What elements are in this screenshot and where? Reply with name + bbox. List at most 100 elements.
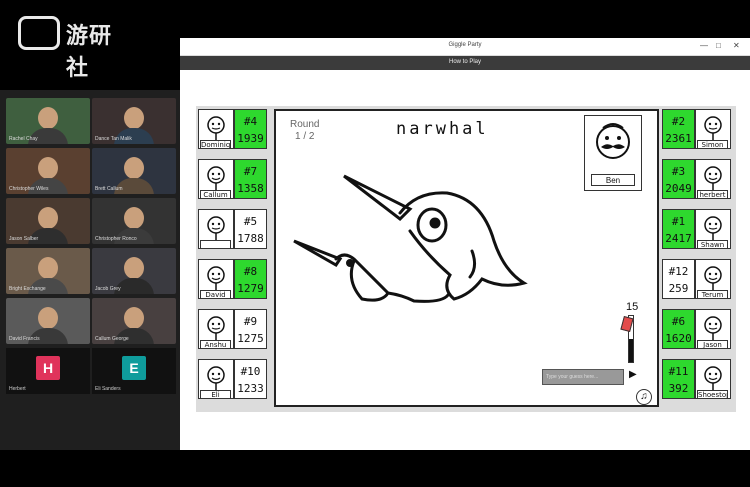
avatar (124, 157, 144, 179)
player-rank: #4 (243, 115, 258, 128)
player-avatar-icon (704, 266, 722, 290)
participant-name: Dance Tan Malik (95, 136, 132, 142)
participant-name: Jason Salber (9, 236, 39, 242)
how-to-play-menu[interactable]: How to Play (180, 59, 750, 65)
player-avatar-icon (704, 316, 722, 340)
timer-fill (629, 339, 633, 362)
player-score-box: #11 392 (662, 359, 695, 399)
participant-tile: Christopher Ronco (92, 198, 176, 244)
player-score: 1275 (237, 332, 264, 345)
game-board: Dominique#41939Callum#71358#51788David#8… (196, 106, 736, 412)
participant-name: Bright Exchange (9, 286, 46, 292)
drawer-card: Ben (584, 115, 642, 191)
player-rank: #12 (668, 265, 689, 278)
player-score-box: #1 2417 (662, 209, 695, 249)
player-card: David #8 1279 (198, 259, 270, 299)
player-name: herbert (697, 190, 728, 199)
player-card: Eli #10 1233 (198, 359, 270, 399)
participant-tile: Bright Exchange (6, 248, 90, 294)
minimize-button[interactable]: — (700, 41, 708, 50)
player-score: 259 (668, 282, 689, 295)
round-indicator: Round 1 / 2 (290, 119, 319, 143)
player-score: 2361 (665, 132, 692, 145)
player-name: Dominique (200, 140, 231, 149)
player-score: 1358 (237, 182, 264, 195)
player-score: 1620 (665, 332, 692, 345)
player-rank: #2 (671, 115, 686, 128)
round-label: Round (290, 119, 320, 130)
player-rank: #7 (243, 165, 258, 178)
participant-tile: Dance Tan Malik (92, 98, 176, 144)
logo-mark-icon (18, 16, 60, 50)
player-score-box: #9 1275 (234, 309, 267, 349)
avatar (38, 207, 58, 229)
player-card: herbert #3 2049 (662, 159, 734, 199)
player-avatar-icon (207, 116, 225, 140)
timer-value: 15 (626, 301, 639, 313)
avatar (124, 257, 144, 279)
player-avatar-icon (207, 166, 225, 190)
player-name: Shoestopper (697, 390, 728, 399)
drawer-avatar-icon (596, 123, 630, 159)
player-avatar-icon (704, 366, 722, 390)
player-name: Callum (200, 190, 231, 199)
participant-name: Jacob Grey (95, 286, 121, 292)
target-word: narwhal (396, 119, 489, 139)
player-score-box: #4 1939 (234, 109, 267, 149)
player-rank: #9 (243, 315, 258, 328)
player-name: Jason (697, 340, 728, 349)
player-rank: #8 (243, 265, 258, 278)
player-score-box: #12 259 (662, 259, 695, 299)
player-avatar-icon (704, 216, 722, 240)
initial-badge: H (36, 356, 60, 380)
player-score: 2049 (665, 182, 692, 195)
player-avatar-icon (207, 266, 225, 290)
participant-tile: Jason Salber (6, 198, 90, 244)
player-card: Callum #7 1358 (198, 159, 270, 199)
participant-name: Christopher Ronco (95, 236, 137, 242)
maximize-button[interactable]: □ (716, 41, 721, 50)
player-avatar-icon (207, 366, 225, 390)
player-score: 1939 (237, 132, 264, 145)
menu-bar: How to Play (180, 56, 750, 70)
player-rank: #1 (671, 215, 686, 228)
player-avatar-icon (704, 166, 722, 190)
participant-tile: E Eli Sanders (92, 348, 176, 394)
drawing-canvas[interactable]: Round 1 / 2 narwhal Ben 15 Type your gue… (274, 109, 659, 407)
player-score: 2417 (665, 232, 692, 245)
drawer-name: Ben (591, 174, 635, 186)
avatar (38, 257, 58, 279)
music-note-icon[interactable]: ♫ (636, 389, 652, 405)
participant-name: Brett Callum (95, 186, 123, 192)
player-name (200, 240, 231, 249)
player-score-box: #5 1788 (234, 209, 267, 249)
participant-tile: David Francis (6, 298, 90, 344)
guess-input[interactable]: Type your guess here... (542, 369, 624, 385)
player-score-box: #3 2049 (662, 159, 695, 199)
close-button[interactable]: ✕ (733, 41, 740, 50)
player-rank: #6 (671, 315, 686, 328)
participant-tile: Brett Callum (92, 148, 176, 194)
avatar (124, 107, 144, 129)
narwhal-drawing (293, 174, 528, 303)
play-arrow-icon[interactable]: ▶ (629, 369, 637, 380)
player-rank: #5 (243, 215, 258, 228)
player-score: 1788 (237, 232, 264, 245)
player-score-box: #6 1620 (662, 309, 695, 349)
player-name: Anshu (200, 340, 231, 349)
player-score-box: #7 1358 (234, 159, 267, 199)
avatar (38, 107, 58, 129)
initial-badge: E (122, 356, 146, 380)
player-avatar-icon (207, 316, 225, 340)
participant-tile: Rachel Chay (6, 98, 90, 144)
player-card: Terum #12 259 (662, 259, 734, 299)
player-score: 1279 (237, 282, 264, 295)
player-card: #5 1788 (198, 209, 270, 249)
avatar (124, 207, 144, 229)
player-score: 1233 (237, 382, 264, 395)
round-value: 1 / 2 (295, 131, 315, 142)
player-score-box: #8 1279 (234, 259, 267, 299)
player-name: Shawn (697, 240, 728, 249)
player-name: David (200, 290, 231, 299)
player-card: Anshu #9 1275 (198, 309, 270, 349)
